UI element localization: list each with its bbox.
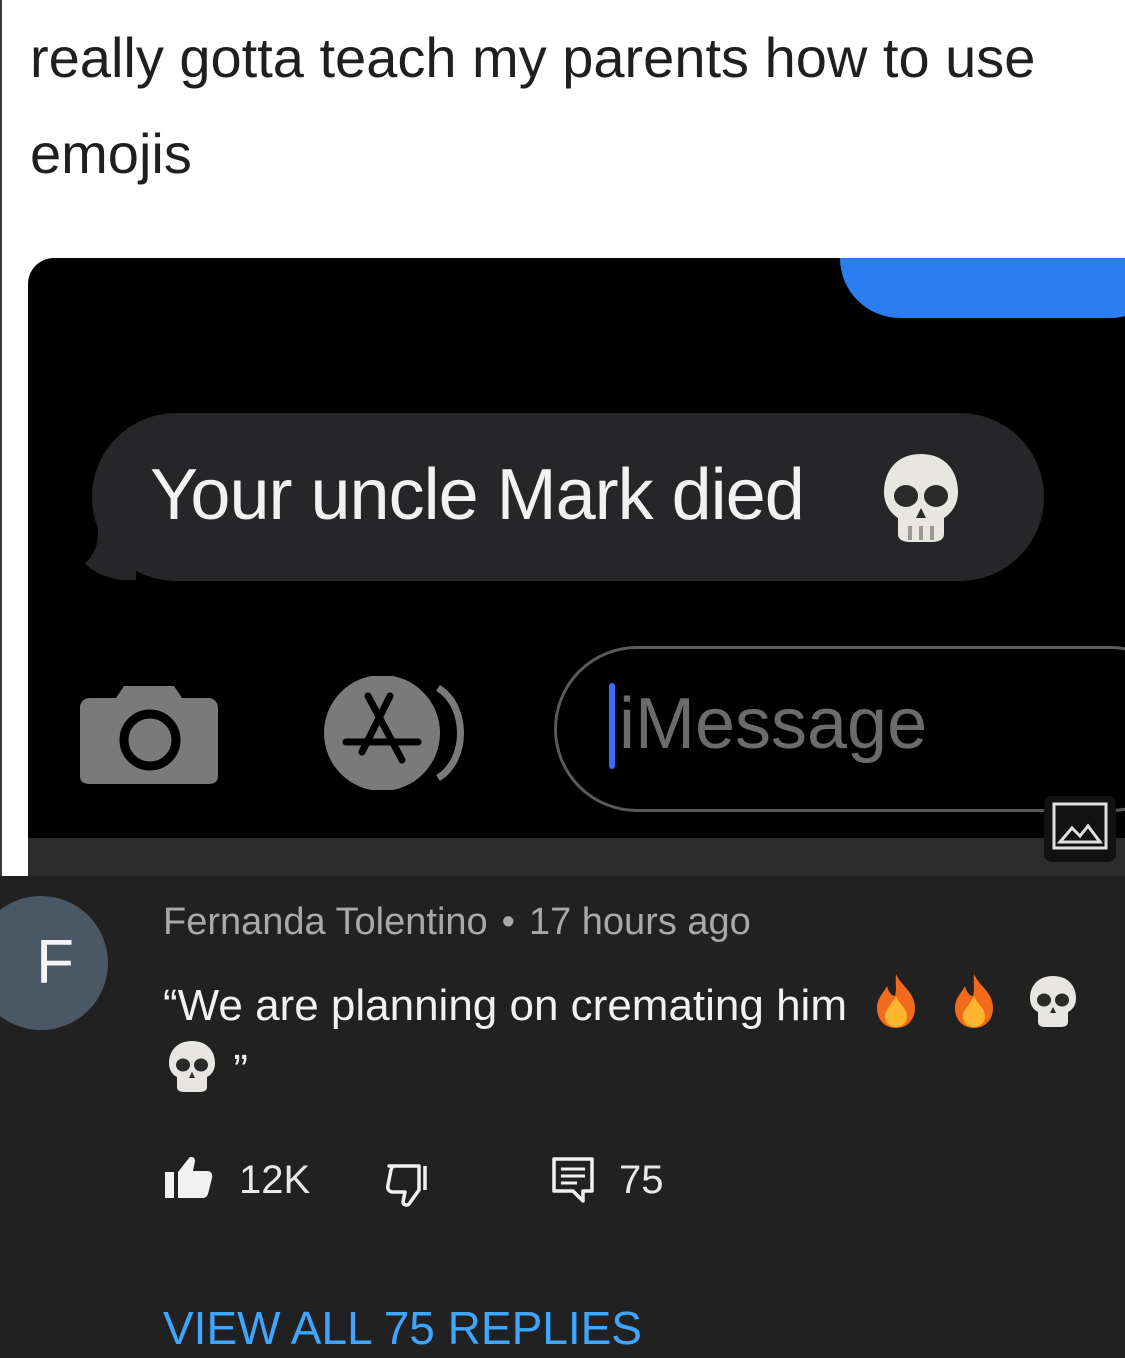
avatar[interactable]: F <box>0 896 108 1030</box>
skull-emoji-icon <box>169 1041 215 1092</box>
comment-text-end: ” <box>233 1046 248 1095</box>
imessage-screenshot: Your uncle Mark died iMessage <box>28 258 1125 876</box>
skull-emoji-icon <box>1029 976 1076 1027</box>
view-all-replies-link[interactable]: VIEW ALL 75 REPLIES <box>163 1298 642 1358</box>
fire-emoji-icon <box>877 974 916 1028</box>
imessage-placeholder: iMessage <box>619 684 928 764</box>
text-cursor <box>609 683 615 769</box>
comment-time: 17 hours ago <box>528 901 751 943</box>
comment-actions: 12K 75 <box>163 1154 763 1210</box>
like-count: 12K <box>239 1158 311 1202</box>
comment-body: “We are planning on cremating him ” <box>163 972 1113 1102</box>
reply-icon[interactable] <box>551 1156 595 1204</box>
post-caption: really gotta teach my parents how to use… <box>30 26 1036 185</box>
fire-emoji-icon <box>955 974 994 1028</box>
comment-meta: Fernanda Tolentino • 17 hours ago <box>163 898 751 946</box>
outgoing-message-bubble <box>840 258 1125 318</box>
reply-count: 75 <box>619 1158 664 1202</box>
comment-author[interactable]: Fernanda Tolentino <box>163 901 488 943</box>
keyboard-edge <box>28 838 1125 876</box>
skull-emoji-icon <box>884 454 958 542</box>
camera-icon[interactable] <box>78 678 220 786</box>
meta-separator: • <box>501 901 515 943</box>
app-store-icon[interactable] <box>318 676 478 790</box>
post-card: really gotta teach my parents how to use… <box>0 0 1125 876</box>
comment-text: “We are planning on cremating him <box>163 981 847 1030</box>
imessage-input[interactable]: iMessage <box>554 646 1125 812</box>
like-icon[interactable] <box>163 1154 213 1200</box>
incoming-message-text: Your uncle Mark died <box>150 455 805 535</box>
dislike-icon[interactable] <box>385 1162 431 1208</box>
image-icon[interactable] <box>1044 796 1116 862</box>
